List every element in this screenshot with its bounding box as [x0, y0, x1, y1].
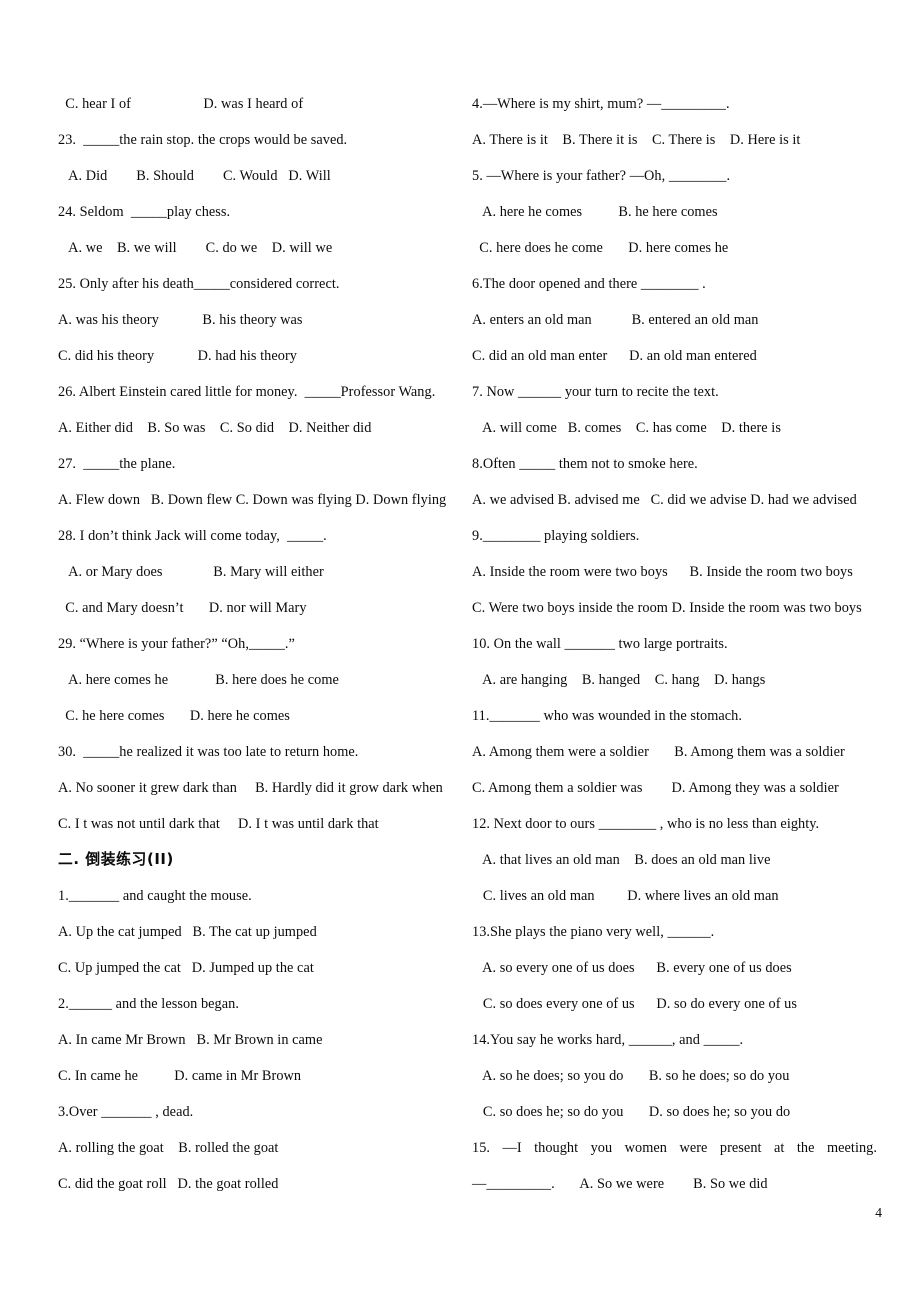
left-line-9: A. Either did B. So was C. So did D. Nei…	[58, 420, 372, 436]
left-line-30: C. did the goat roll D. the goat rolled	[58, 1176, 279, 1192]
left-line-12: 28. I don’t think Jack will come today, …	[58, 528, 327, 544]
left-line-18: 30. _____he realized it was too late to …	[58, 744, 359, 760]
right-line-23: 13.She plays the piano very well, ______…	[472, 924, 715, 940]
left-line-19: A. No sooner it grew dark than B. Hardly…	[58, 780, 443, 796]
right-line-26: 14.You say he works hard, ______, and __…	[472, 1032, 744, 1048]
right-line-15: 10. On the wall _______ two large portra…	[472, 636, 728, 652]
left-line-16: A. here comes he B. here does he come	[58, 672, 339, 688]
left-line-6: A. was his theory B. his theory was	[58, 312, 303, 328]
worksheet-page: C. hear I of D. was I heard of 23. _____t…	[0, 0, 920, 1302]
right-line-16: A. are hanging B. hanged C. hang D. hang…	[472, 672, 766, 688]
right-line-29: 15. —I thought you women were present at…	[472, 1140, 877, 1156]
right-line-27: A. so he does; so you do B. so he does; …	[472, 1068, 790, 1084]
right-line-7: C. did an old man enter D. an old man en…	[472, 348, 757, 364]
right-line-9: A. will come B. comes C. has come D. the…	[472, 420, 781, 436]
right-line-11: A. we advised B. advised me C. did we ad…	[472, 492, 857, 508]
left-line-4: A. we B. we will C. do we D. will we	[58, 240, 333, 256]
left-line-0: C. hear I of D. was I heard of	[58, 96, 304, 112]
left-line-20: C. I t was not until dark that D. I t wa…	[58, 816, 379, 832]
right-line-0: 4.—Where is my shirt, mum? —_________.	[472, 96, 730, 112]
right-line-24: A. so every one of us does B. every one …	[472, 960, 792, 976]
left-line-24: C. Up jumped the cat D. Jumped up the ca…	[58, 960, 314, 976]
right-line-13: A. Inside the room were two boys B. Insi…	[472, 564, 853, 580]
left-line-3: 24. Seldom _____play chess.	[58, 204, 231, 220]
right-line-20: 12. Next door to ours ________ , who is …	[472, 816, 820, 832]
left-line-25: 2.______ and the lesson began.	[58, 996, 239, 1012]
left-line-27: C. In came he D. came in Mr Brown	[58, 1068, 302, 1084]
right-line-12: 9.________ playing soldiers.	[472, 528, 640, 544]
right-line-25: C. so does every one of us D. so do ever…	[472, 996, 797, 1012]
page-number: 4	[875, 1205, 882, 1220]
right-line-14: C. Were two boys inside the room D. Insi…	[472, 600, 862, 616]
right-line-8: 7. Now ______ your turn to recite the te…	[472, 384, 719, 400]
left-line-13: A. or Mary does B. Mary will either	[58, 564, 324, 580]
left-line-23: A. Up the cat jumped B. The cat up jumpe…	[58, 924, 317, 940]
right-line-19: C. Among them a soldier was D. Among the…	[472, 780, 839, 796]
left-line-14: C. and Mary doesn’t D. nor will Mary	[58, 600, 307, 616]
left-line-10: 27. _____the plane.	[58, 456, 176, 472]
right-line-28: C. so does he; so do you D. so does he; …	[472, 1104, 791, 1120]
left-line-22: 1._______ and caught the mouse.	[58, 888, 252, 904]
left-line-28: 3.Over _______ , dead.	[58, 1104, 194, 1120]
right-line-21: A. that lives an old man B. does an old …	[472, 852, 771, 868]
left-line-1: 23. _____the rain stop. the crops would …	[58, 132, 348, 148]
right-line-4: C. here does he come D. here comes he	[472, 240, 729, 256]
left-line-11: A. Flew down B. Down flew C. Down was fl…	[58, 492, 447, 508]
left-line-29: A. rolling the goat B. rolled the goat	[58, 1140, 279, 1156]
right-line-5: 6.The door opened and there ________ .	[472, 276, 706, 292]
left-line-21: 二. 倒装练习(II)	[58, 851, 174, 868]
right-line-6: A. enters an old man B. entered an old m…	[472, 312, 759, 328]
left-line-2: A. Did B. Should C. Would D. Will	[58, 168, 331, 184]
left-column: C. hear I of D. was I heard of 23. _____t…	[58, 86, 458, 1202]
right-line-30: —_________. A. So we were B. So we did	[472, 1176, 768, 1192]
right-line-10: 8.Often _____ them not to smoke here.	[472, 456, 698, 472]
left-line-17: C. he here comes D. here he comes	[58, 708, 290, 724]
right-line-18: A. Among them were a soldier B. Among th…	[472, 744, 845, 760]
right-line-1: A. There is it B. There it is C. There i…	[472, 132, 801, 148]
right-line-22: C. lives an old man D. where lives an ol…	[472, 888, 779, 904]
right-line-3: A. here he comes B. he here comes	[472, 204, 718, 220]
right-line-17: 11._______ who was wounded in the stomac…	[472, 708, 742, 724]
left-line-7: C. did his theory D. had his theory	[58, 348, 297, 364]
right-line-2: 5. —Where is your father? —Oh, ________.	[472, 168, 731, 184]
left-line-15: 29. “Where is your father?” “Oh,_____.”	[58, 636, 295, 652]
left-line-8: 26. Albert Einstein cared little for mon…	[58, 384, 436, 400]
right-column: 4.—Where is my shirt, mum? —_________. A.…	[472, 86, 877, 1202]
left-line-5: 25. Only after his death_____considered …	[58, 276, 340, 292]
left-line-26: A. In came Mr Brown B. Mr Brown in came	[58, 1032, 323, 1048]
